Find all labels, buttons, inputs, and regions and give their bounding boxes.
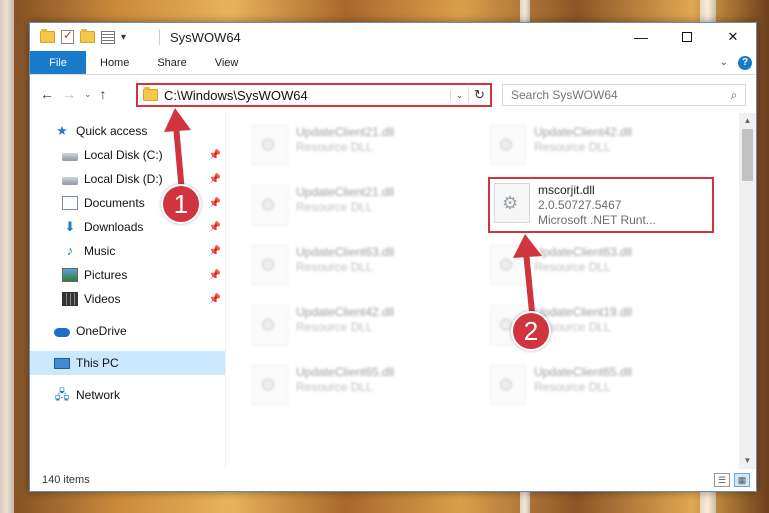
arrow-2-shaft xyxy=(523,251,535,313)
arrow-1-shaft xyxy=(173,125,185,193)
arrow-2-head xyxy=(513,234,542,258)
callout-2: 2 xyxy=(511,311,551,351)
callout-1: 1 xyxy=(161,184,201,224)
annotation-arrows xyxy=(164,108,542,313)
arrow-1-head xyxy=(164,108,191,132)
